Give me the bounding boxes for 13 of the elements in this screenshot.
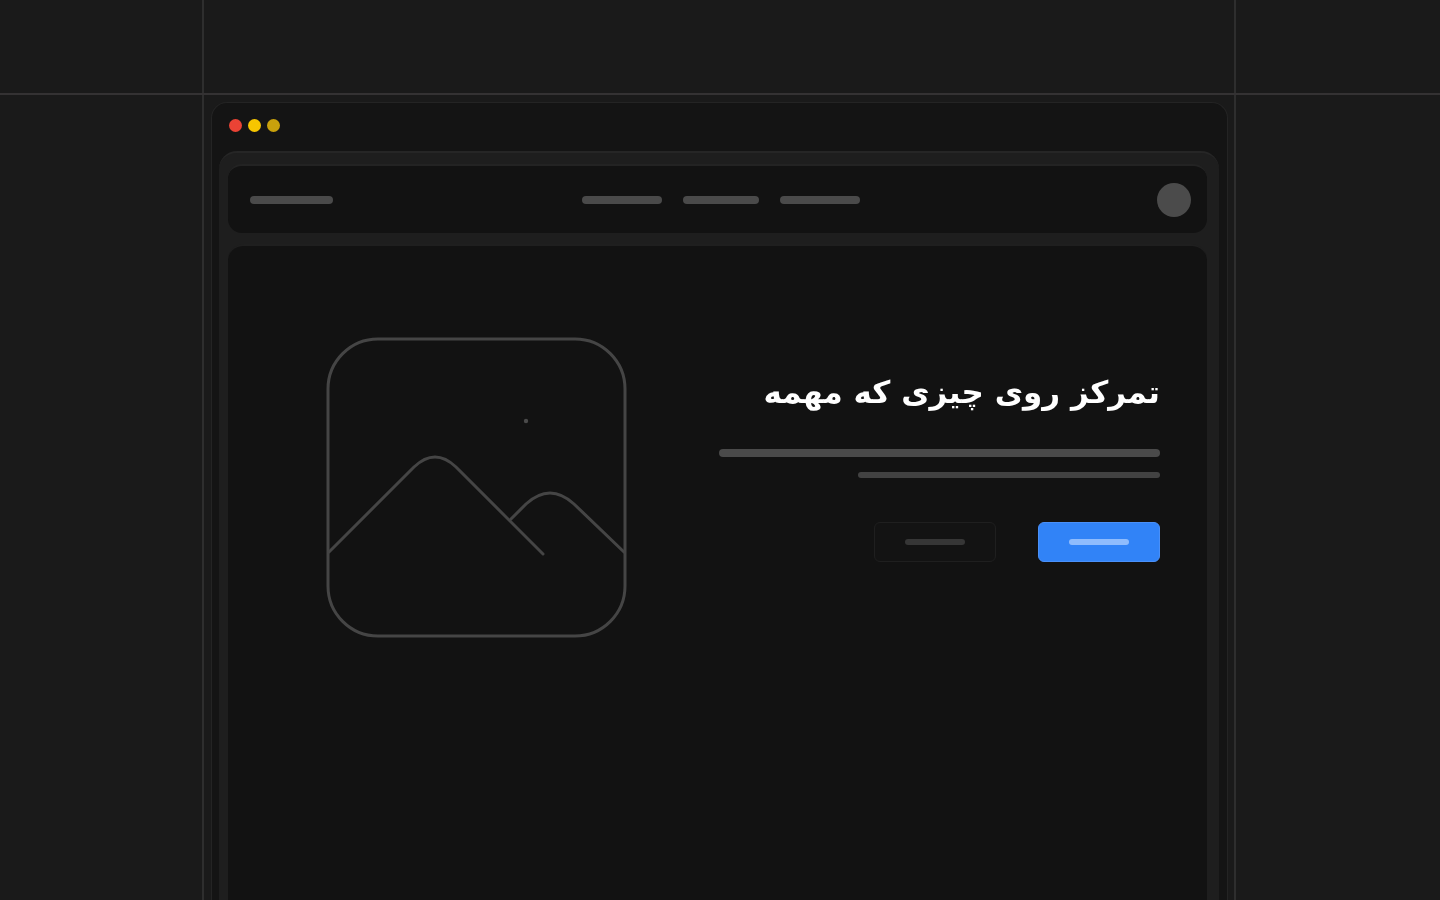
nav-link-placeholder[interactable] bbox=[682, 195, 759, 204]
nav-link-placeholder[interactable] bbox=[779, 195, 860, 204]
nav-link-placeholder[interactable] bbox=[581, 195, 662, 204]
image-placeholder-icon bbox=[326, 337, 627, 638]
secondary-button[interactable] bbox=[874, 522, 996, 562]
primary-button[interactable] bbox=[1038, 522, 1160, 562]
label-placeholder-bar bbox=[1069, 539, 1129, 545]
window-dot-icon[interactable] bbox=[229, 119, 242, 132]
window-dot-icon[interactable] bbox=[248, 119, 261, 132]
label-placeholder-bar bbox=[905, 539, 965, 545]
avatar-icon[interactable] bbox=[1157, 182, 1191, 217]
window-dot-icon[interactable] bbox=[267, 119, 280, 132]
hero-heading: تمرکز روی چیزی که مهمه bbox=[763, 373, 1160, 413]
